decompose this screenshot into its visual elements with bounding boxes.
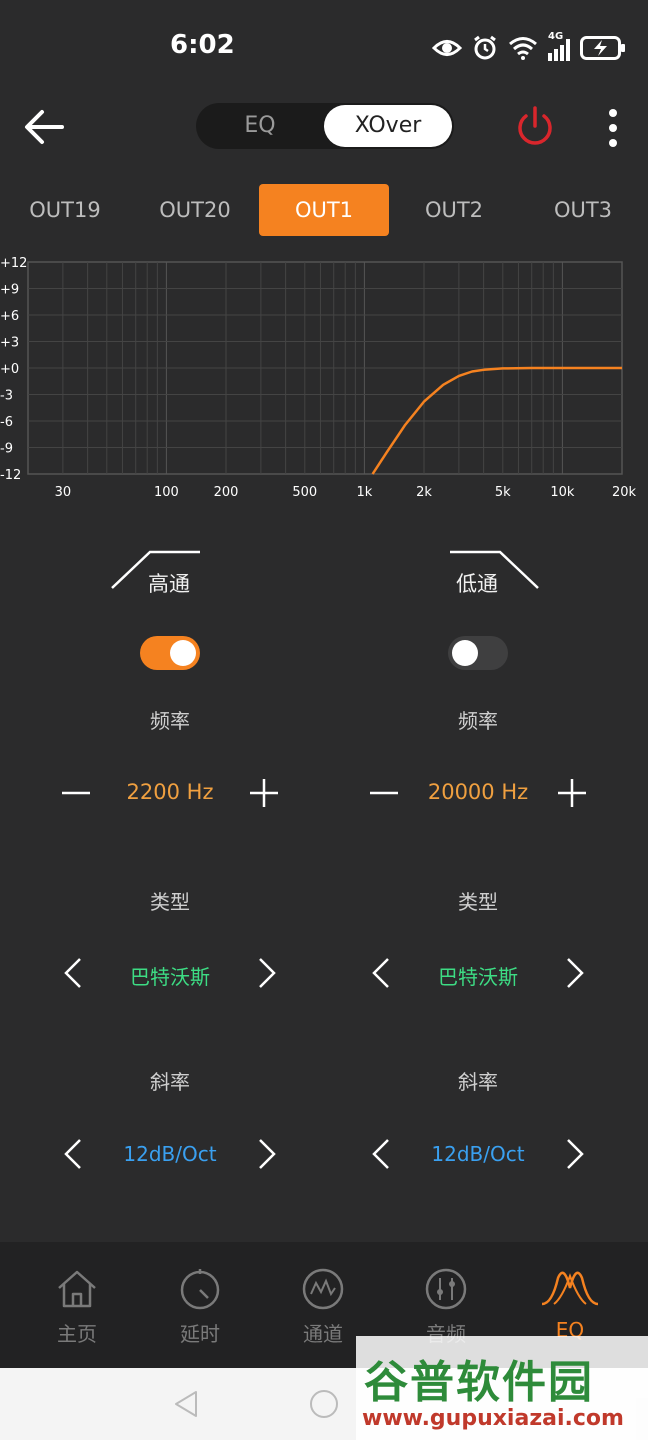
wifi-icon (509, 37, 537, 60)
system-back-icon[interactable] (170, 1388, 202, 1420)
network-type: 4G (548, 31, 564, 42)
chart-x-tick-label: 1k (356, 485, 372, 500)
nav-item-home[interactable]: 主页 (32, 1268, 122, 1347)
chart-y-tick-label: +0 (0, 362, 19, 377)
lowpass-freq-plus-icon[interactable] (552, 773, 592, 813)
watermark-title: 谷普软件园 (364, 1357, 594, 1408)
highpass-freq-plus-icon[interactable] (244, 773, 284, 813)
chart-x-tick-label: 2k (416, 485, 432, 500)
home-icon (58, 1270, 96, 1308)
highpass-slope-value: 12dB/Oct (123, 1142, 217, 1166)
highpass-type-prev-icon[interactable] (54, 953, 94, 993)
highpass-toggle[interactable] (140, 636, 200, 670)
chart-y-tick-label: +6 (0, 309, 19, 324)
chart-x-tick-label: 10k (550, 485, 575, 500)
lowpass-freq-minus-icon[interactable] (364, 773, 404, 813)
chart-x-tick-label: 500 (292, 485, 317, 500)
lowpass-freq-value[interactable]: 20000 Hz (403, 780, 553, 804)
highpass-type-label: 类型 (150, 890, 190, 914)
chart-y-tick-label: -9 (0, 442, 13, 457)
nav-label-home: 主页 (57, 1322, 97, 1346)
highpass-slope-label: 斜率 (150, 1070, 190, 1094)
tab-out2[interactable]: OUT2 (389, 184, 519, 236)
tab-out20[interactable]: OUT20 (130, 184, 260, 236)
highpass-type-value: 巴特沃斯 (130, 965, 210, 989)
chart-y-tick-label: +3 (0, 336, 19, 351)
chart-y-tick-label: -6 (0, 415, 13, 430)
channel-icon (302, 1268, 344, 1310)
nav-item-delay[interactable]: 延时 (155, 1268, 245, 1347)
chart-x-tick-label: 100 (154, 485, 179, 500)
timer-icon (180, 1269, 220, 1310)
lowpass-freq-label: 频率 (458, 709, 498, 733)
lowpass-slope-next-icon[interactable] (554, 1134, 594, 1174)
mode-switch: EQ XOver (196, 103, 454, 149)
chart-x-tick-label: 5k (495, 485, 511, 500)
chart-y-tick-label: -3 (0, 389, 13, 404)
lowpass-type-prev-icon[interactable] (362, 953, 402, 993)
highpass-slope-prev-icon[interactable] (54, 1134, 94, 1174)
lowpass-slope-label: 斜率 (458, 1070, 498, 1094)
tab-out1[interactable]: OUT1 (259, 184, 389, 236)
back-arrow-icon[interactable] (18, 100, 72, 154)
highpass-type-next-icon[interactable] (246, 953, 286, 993)
eq-curves-icon (541, 1271, 599, 1306)
lowpass-type-label: 类型 (458, 890, 498, 914)
tab-out19[interactable]: OUT19 (0, 184, 130, 236)
crossover-chart: +12 +9 +6 +3 +0 -3 -6 -9 -12 30 100 200 500 1k 2k 5k 10k… (0, 256, 637, 500)
status-icons: 4G (432, 30, 626, 66)
highpass-freq-minus-icon[interactable] (56, 773, 96, 813)
highpass-freq-label: 频率 (150, 709, 190, 733)
more-vert-icon[interactable] (598, 106, 628, 150)
segment-xover[interactable]: XOver (324, 105, 452, 147)
tab-out3[interactable]: OUT3 (518, 184, 648, 236)
chart-y-tick-label: -12 (0, 468, 21, 483)
nav-label-delay: 延时 (180, 1322, 220, 1346)
lowpass-type-value: 巴特沃斯 (438, 965, 518, 989)
nav-item-channel[interactable]: 通道 (278, 1268, 368, 1347)
chart-y-tick-label: +12 (0, 256, 27, 271)
nav-label-channel: 通道 (303, 1322, 343, 1346)
highpass-freq-value[interactable]: 2200 Hz (95, 780, 245, 804)
watermark: 谷普软件园 www.gupuxiazai.com (356, 1336, 648, 1440)
power-icon[interactable] (512, 104, 558, 150)
chart-x-tick-label: 200 (214, 485, 239, 500)
signal-icon: 4G (548, 31, 570, 61)
lowpass-title: 低通 (456, 572, 498, 596)
chart-y-tick-label: +9 (0, 283, 19, 298)
chart-x-tick-label: 30 (55, 485, 72, 500)
watermark-url: www.gupuxiazai.com (362, 1406, 624, 1431)
lowpass-slope-prev-icon[interactable] (362, 1134, 402, 1174)
nav-item-eq[interactable]: EQ (525, 1268, 615, 1342)
eye-icon (432, 40, 462, 56)
battery-icon (580, 36, 625, 60)
chart-x-tick-label: 20k (612, 485, 637, 500)
lowpass-type-next-icon[interactable] (554, 953, 594, 993)
segment-eq[interactable]: EQ (196, 103, 324, 149)
system-home-icon[interactable] (308, 1388, 340, 1420)
highpass-title: 高通 (148, 572, 190, 596)
sliders-icon (425, 1268, 467, 1310)
lowpass-slope-value: 12dB/Oct (431, 1142, 525, 1166)
highpass-slope-next-icon[interactable] (246, 1134, 286, 1174)
status-time: 6:02 (170, 30, 235, 60)
alarm-icon (474, 35, 496, 60)
lowpass-toggle[interactable] (448, 636, 508, 670)
